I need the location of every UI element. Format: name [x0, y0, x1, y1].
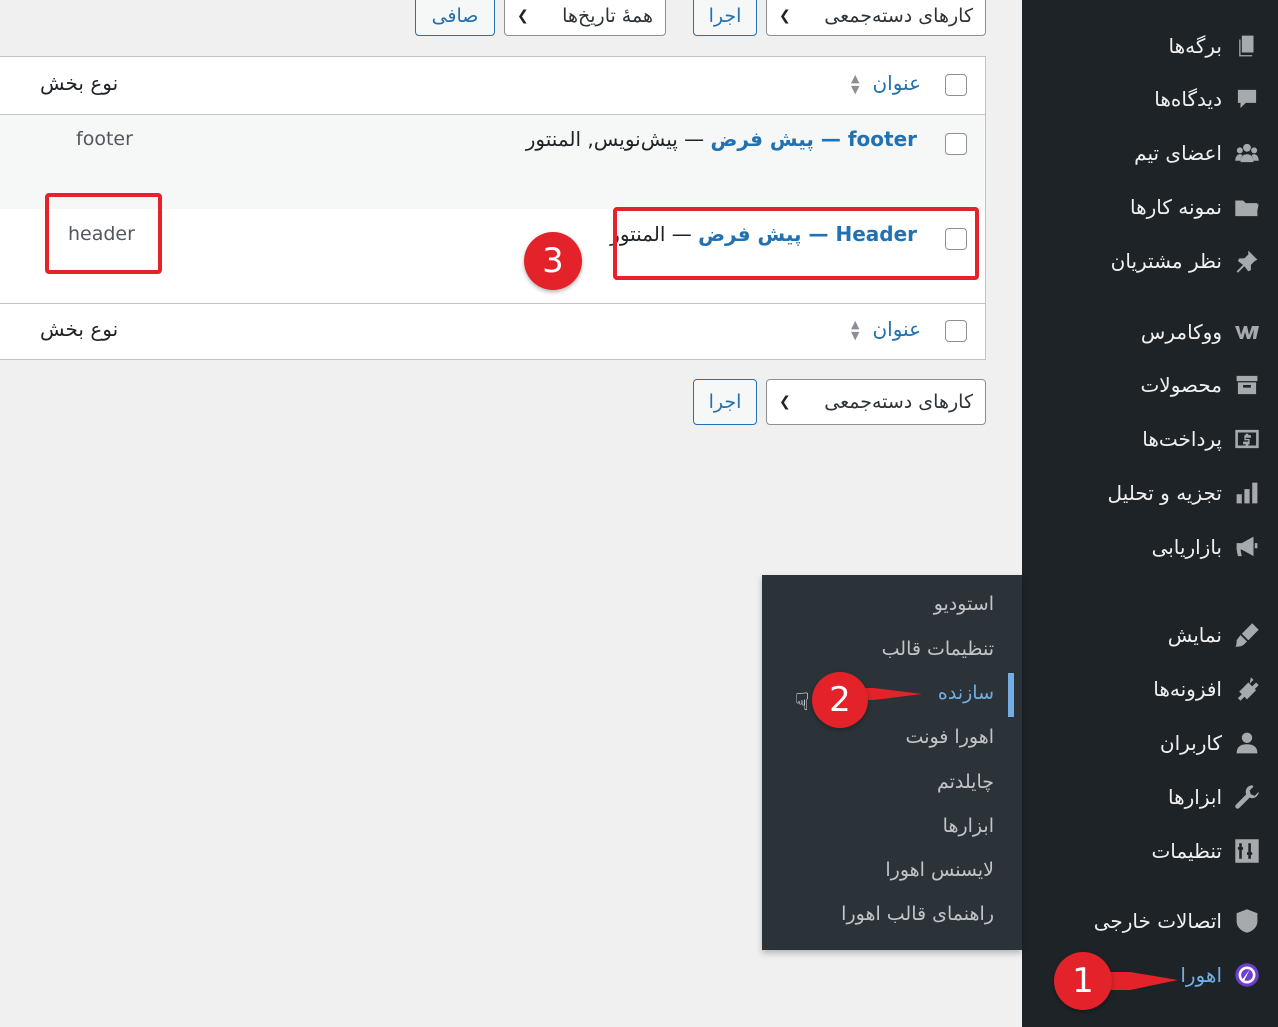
filter-button[interactable]: صافی [415, 0, 495, 36]
folder-icon [1234, 194, 1260, 220]
column-type-footer: نوع بخش [40, 317, 119, 341]
menu-item-marketing[interactable]: بازاریابی [1022, 522, 1278, 572]
settings-icon [1234, 838, 1260, 864]
menu-label: محصولات [1140, 373, 1222, 397]
submenu-item-tools[interactable]: ابزارها [943, 815, 994, 837]
row-title-link[interactable]: footer [848, 127, 917, 151]
date-filter-select[interactable]: همهٔ تاریخ‌ها ❯ [504, 0, 666, 36]
menu-label: نظر مشتریان [1110, 249, 1222, 273]
menu-label: ابزارها [1167, 785, 1222, 809]
menu-label: اتصالات خارجی [1093, 909, 1222, 933]
bulk-actions-select-top[interactable]: کارهای دسته‌جمعی ❯ [766, 0, 986, 36]
plugin-icon [1234, 676, 1260, 702]
archive-icon [1234, 372, 1260, 398]
menu-label: ووکامرس [1140, 320, 1222, 344]
menu-item-payments[interactable]: پرداخت‌ها [1022, 414, 1278, 464]
sort-icon: ▲ ▼ [851, 72, 860, 96]
shield-icon [1234, 908, 1260, 934]
chevron-down-icon: ❯ [779, 8, 791, 24]
column-title-sort[interactable]: عنوان [872, 71, 921, 95]
row-type: footer [76, 128, 133, 150]
submenu-item-guide[interactable]: راهنمای قالب اهورا [841, 903, 994, 925]
cursor-hand-icon: ☟ [795, 688, 810, 716]
megaphone-icon [1234, 534, 1260, 560]
pages-icon [1234, 33, 1260, 59]
row-checkbox[interactable] [945, 133, 967, 155]
menu-label: بازاریابی [1151, 535, 1222, 559]
active-submenu-indicator [1008, 673, 1014, 717]
team-icon [1234, 140, 1260, 166]
menu-label: اهورا [1180, 963, 1222, 987]
row-state: — پیش‌نویس, المنتور [525, 127, 711, 151]
menu-item-analytics[interactable]: تجزیه و تحلیل [1022, 468, 1278, 518]
bulk-actions-value: کارهای دسته‌جمعی [824, 391, 973, 413]
menu-item-connections[interactable]: اتصالات خارجی [1022, 896, 1278, 946]
chevron-down-icon: ❯ [517, 8, 529, 24]
ahura-icon [1234, 962, 1260, 988]
table-footer: عنوان ▲ ▼ نوع بخش [0, 304, 985, 361]
menu-item-users[interactable]: کاربران [1022, 718, 1278, 768]
row-title: footer — پیش فرض — پیش‌نویس, المنتور [526, 127, 917, 151]
date-filter-value: همهٔ تاریخ‌ها [562, 5, 653, 27]
menu-item-team[interactable]: اعضای تیم [1022, 128, 1278, 178]
sort-icon: ▲ ▼ [851, 318, 860, 342]
menu-item-comments[interactable]: دیدگاه‌ها [1022, 74, 1278, 124]
step-badge-2: 2 [812, 672, 868, 728]
chart-icon [1234, 480, 1260, 506]
menu-item-portfolio[interactable]: نمونه کارها [1022, 182, 1278, 232]
highlight-header-row [613, 207, 979, 280]
pin-icon [1234, 248, 1260, 274]
comments-icon [1234, 86, 1260, 112]
submenu-item-child-theme[interactable]: چایلدتم [937, 771, 994, 793]
menu-label: نمونه کارها [1129, 195, 1222, 219]
menu-label: برگه‌ها [1168, 34, 1223, 58]
menu-label: اعضای تیم [1134, 141, 1222, 165]
menu-item-plugins[interactable]: افزونه‌ها [1022, 664, 1278, 714]
chevron-down-icon: ❯ [779, 394, 791, 410]
column-title-sort-bottom[interactable]: عنوان [872, 317, 921, 341]
menu-label: افزونه‌ها [1153, 677, 1222, 701]
submenu-item-theme-settings[interactable]: تنظیمات قالب [882, 638, 994, 660]
menu-label: تنظیمات [1151, 839, 1222, 863]
step-badge-1: 1 [1054, 952, 1112, 1010]
highlight-header-type [45, 193, 162, 274]
column-type-header: نوع بخش [40, 71, 119, 95]
menu-item-products[interactable]: محصولات [1022, 360, 1278, 410]
menu-label: نمایش [1167, 623, 1222, 647]
wrench-icon [1234, 784, 1260, 810]
payments-icon [1234, 426, 1260, 452]
submenu-item-builder[interactable]: سازنده [938, 682, 994, 704]
select-all-checkbox-bottom[interactable] [945, 320, 967, 342]
ahura-submenu: استودیو تنظیمات قالب سازنده اهورا فونت چ… [762, 575, 1022, 950]
menu-label: دیدگاه‌ها [1154, 87, 1222, 111]
bulk-actions-select-bottom[interactable]: کارهای دسته‌جمعی ❯ [766, 379, 986, 425]
menu-item-settings[interactable]: تنظیمات [1022, 826, 1278, 876]
apply-button-top[interactable]: اجرا [693, 0, 757, 36]
submenu-item-studio[interactable]: استودیو [934, 593, 994, 615]
step-badge-3: 3 [524, 232, 582, 290]
submenu-item-license[interactable]: لایسنس اهورا [885, 859, 994, 881]
menu-label: تجزیه و تحلیل [1107, 481, 1222, 505]
menu-item-tools[interactable]: ابزارها [1022, 772, 1278, 822]
row-title-separator: — [813, 127, 848, 151]
menu-item-pages[interactable]: برگه‌ها [1022, 21, 1278, 71]
brush-icon [1234, 622, 1260, 648]
user-icon [1234, 730, 1260, 756]
woocommerce-icon [1234, 319, 1260, 345]
admin-sidebar: برگه‌ها دیدگاه‌ها اعضای تیم نمونه کارها … [1022, 0, 1278, 1027]
row-language-link[interactable]: پیش فرض [711, 127, 814, 151]
menu-item-appearance[interactable]: نمایش [1022, 610, 1278, 660]
table-header: عنوان ▲ ▼ نوع بخش [0, 57, 985, 115]
menu-label: پرداخت‌ها [1142, 427, 1222, 451]
menu-label: کاربران [1159, 731, 1222, 755]
menu-item-testimonials[interactable]: نظر مشتریان [1022, 236, 1278, 286]
menu-item-woocommerce[interactable]: ووکامرس [1022, 307, 1278, 357]
bulk-actions-value: کارهای دسته‌جمعی [824, 5, 973, 27]
select-all-checkbox[interactable] [945, 74, 967, 96]
apply-button-bottom[interactable]: اجرا [693, 379, 757, 425]
